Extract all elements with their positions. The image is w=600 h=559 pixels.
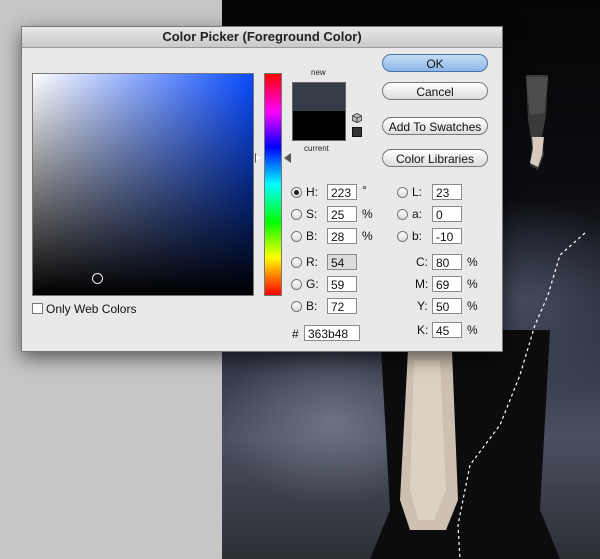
new-color-label: new	[311, 68, 326, 77]
saturation-radio[interactable]	[291, 209, 302, 220]
lightness-label: L:	[412, 185, 423, 199]
brightness-input[interactable]: 28	[327, 228, 357, 244]
color-field-cursor[interactable]	[92, 273, 103, 284]
yellow-unit: %	[467, 299, 478, 313]
hue-input[interactable]: 223	[327, 184, 357, 200]
magenta-label: M:	[415, 277, 429, 291]
hue-slider-right-arrow-icon[interactable]	[284, 153, 291, 163]
a-channel-input[interactable]: 0	[432, 206, 462, 222]
b-channel-input[interactable]: -10	[432, 228, 462, 244]
saturation-unit: %	[362, 207, 373, 221]
lightness-input[interactable]: 23	[432, 184, 462, 200]
dialog-title: Color Picker (Foreground Color)	[22, 27, 502, 48]
red-label: R:	[306, 255, 318, 269]
green-input[interactable]: 59	[327, 276, 357, 292]
only-web-colors-label[interactable]: Only Web Colors	[46, 302, 136, 316]
blue-radio[interactable]	[291, 301, 302, 312]
brightness-radio[interactable]	[291, 231, 302, 242]
a-channel-label: a:	[412, 207, 423, 221]
black-unit: %	[467, 323, 478, 337]
red-input[interactable]: 54	[327, 254, 357, 270]
b-channel-label: b:	[412, 229, 423, 243]
hue-label: H:	[306, 185, 318, 199]
b-channel-radio[interactable]	[397, 231, 408, 242]
green-radio[interactable]	[291, 279, 302, 290]
black-label: K:	[417, 323, 429, 337]
a-channel-radio[interactable]	[397, 209, 408, 220]
color-libraries-button[interactable]: Color Libraries	[382, 149, 488, 167]
red-radio[interactable]	[291, 257, 302, 268]
yellow-label: Y:	[417, 299, 428, 313]
hex-input[interactable]: 363b48	[304, 325, 360, 341]
blue-label: B:	[306, 299, 318, 313]
brightness-unit: %	[362, 229, 373, 243]
only-web-colors-checkbox[interactable]	[32, 303, 43, 314]
hue-unit: °	[362, 183, 367, 197]
lightness-radio[interactable]	[397, 187, 408, 198]
current-color-label: current	[304, 144, 329, 153]
hue-slider[interactable]	[264, 73, 282, 296]
hex-label: #	[292, 327, 299, 341]
black-input[interactable]: 45	[432, 322, 462, 338]
out-of-web-gamut-cube-icon[interactable]	[352, 113, 362, 123]
brightness-label: B:	[306, 229, 318, 243]
magenta-unit: %	[467, 277, 478, 291]
hue-radio[interactable]	[291, 187, 302, 198]
yellow-input[interactable]: 50	[432, 298, 462, 314]
current-color-swatch[interactable]	[292, 111, 346, 141]
saturation-label: S:	[306, 207, 318, 221]
magenta-input[interactable]: 69	[432, 276, 462, 292]
color-picker-dialog: Color Picker (Foreground Color) new curr…	[21, 26, 503, 352]
green-label: G:	[306, 277, 319, 291]
cyan-input[interactable]: 80	[432, 254, 462, 270]
blue-input[interactable]: 72	[327, 298, 357, 314]
new-color-swatch	[292, 82, 346, 112]
saturation-input[interactable]: 25	[327, 206, 357, 222]
raised-arm-graphic	[526, 75, 548, 170]
add-to-swatches-button[interactable]: Add To Swatches	[382, 117, 488, 135]
cyan-unit: %	[467, 255, 478, 269]
cyan-label: C:	[416, 255, 428, 269]
color-field[interactable]	[32, 73, 254, 296]
hue-slider-left-arrow-fill-icon[interactable]	[256, 154, 262, 162]
ok-button[interactable]: OK	[382, 54, 488, 72]
web-safe-color-square-icon[interactable]	[352, 127, 362, 137]
cancel-button[interactable]: Cancel	[382, 82, 488, 100]
